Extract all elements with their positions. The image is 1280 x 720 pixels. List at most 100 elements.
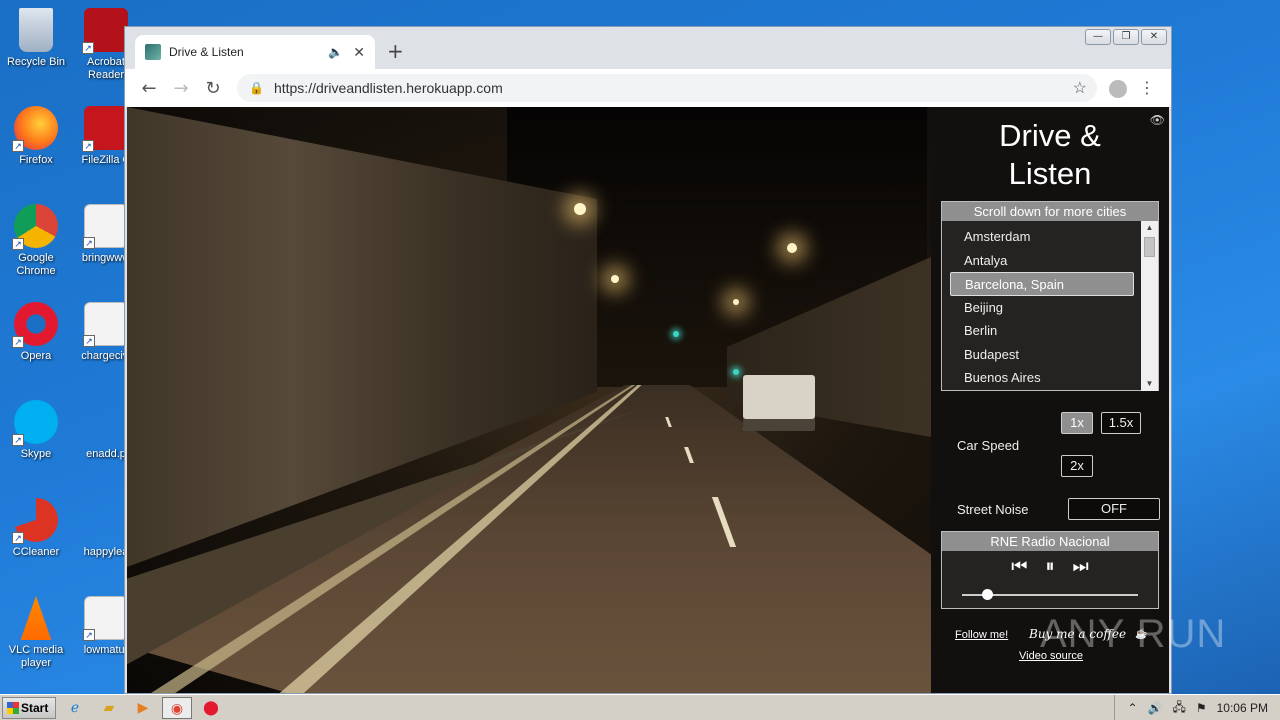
blank-document-icon — [84, 400, 128, 444]
address-bar[interactable]: 🔒 https://driveandlisten.herokuapp.com ☆ — [237, 74, 1097, 102]
clock[interactable]: 10:06 PM — [1217, 701, 1268, 715]
city-list[interactable]: Amsterdam Antalya Barcelona, Spain Beiji… — [942, 221, 1142, 391]
desktop-icon-label: CCleaner — [12, 546, 60, 558]
browser-window: Drive & Listen 🔈 ✕ + — ❐ ✕ ← → ↻ 🔒 https… — [124, 26, 1172, 694]
acrobat-reader-icon: ↗ — [82, 8, 128, 54]
desktop-icon-label: Firefox — [19, 154, 53, 166]
close-tab-icon[interactable]: ✕ — [353, 44, 365, 61]
back-arrow-icon[interactable]: ← — [133, 78, 165, 99]
firefox-icon: ↗ — [12, 106, 58, 152]
desktop-icon-google-chrome[interactable]: ↗ Google Chrome — [0, 204, 72, 278]
desktop-icon-vlc[interactable]: VLC media player — [0, 596, 72, 670]
lock-icon: 🔒 — [249, 81, 264, 95]
delivery-truck — [743, 375, 815, 431]
city-item[interactable]: Buenos Aires — [942, 366, 1142, 390]
control-panel: 👁 Drive & Listen Scroll down for more ci… — [931, 107, 1169, 693]
desktop-icon-recycle-bin[interactable]: Recycle Bin — [0, 8, 72, 69]
desktop-icon-skype[interactable]: ↗ Skype — [0, 400, 72, 461]
previous-track-icon[interactable]: ⏮ — [1011, 556, 1027, 577]
city-item-selected[interactable]: Barcelona, Spain — [950, 272, 1134, 296]
windows-logo-icon — [7, 701, 19, 714]
city-item[interactable]: Berlin — [942, 319, 1142, 343]
pause-icon[interactable]: ⏸ — [1046, 556, 1055, 577]
tab-title: Drive & Listen — [169, 45, 244, 59]
show-hidden-icons-icon[interactable]: ⌃ — [1127, 701, 1137, 715]
site-title: Drive & Listen — [931, 117, 1169, 193]
internet-explorer-icon[interactable]: ℯ — [60, 697, 90, 719]
city-item[interactable]: Beijing — [942, 296, 1142, 320]
chrome-taskbar-icon[interactable]: ◉ — [162, 696, 192, 719]
street-noise-toggle[interactable]: OFF — [1068, 498, 1160, 520]
scrollbar-thumb[interactable] — [1144, 237, 1155, 257]
ccleaner-icon: ↗ — [12, 498, 58, 544]
recycle-bin-icon — [19, 8, 53, 52]
word-document-icon: ↗ — [83, 302, 128, 347]
desktop-icon-label: Recycle Bin — [6, 56, 66, 68]
desktop-icon-label: Skype — [20, 448, 52, 460]
vlc-cone-icon — [20, 596, 52, 640]
city-selector: Scroll down for more cities Amsterdam An… — [941, 201, 1159, 391]
reload-icon[interactable]: ↻ — [197, 78, 229, 99]
anyrun-watermark: ANY RUN — [1040, 612, 1227, 656]
start-label: Start — [21, 700, 49, 715]
desktop-icon-firefox[interactable]: ↗ Firefox — [0, 106, 72, 167]
scroll-down-icon[interactable]: ▼ — [1141, 377, 1158, 391]
desktop-icon-label: Opera — [20, 350, 52, 362]
volume-slider-knob[interactable] — [981, 589, 993, 600]
filezilla-icon: ↗ — [82, 106, 128, 152]
system-tray: ⌃ 🔊 🖧 ⚑ 10:06 PM — [1114, 695, 1280, 720]
opera-taskbar-icon[interactable]: ⬤ — [196, 697, 226, 719]
street-video[interactable] — [127, 107, 931, 693]
site-title-line: Drive & — [999, 118, 1101, 153]
street-lamp-light — [733, 299, 739, 305]
new-tab-button[interactable]: + — [387, 39, 404, 63]
speed-1-5x-button[interactable]: 1.5x — [1101, 412, 1141, 434]
close-window-button[interactable]: ✕ — [1141, 29, 1167, 45]
file-explorer-icon[interactable]: ▰ — [94, 697, 124, 719]
page-viewport: 👁 Drive & Listen Scroll down for more ci… — [127, 107, 1169, 693]
speed-2x-button[interactable]: 2x — [1061, 455, 1093, 477]
url-text: https://driveandlisten.herokuapp.com — [273, 80, 503, 96]
network-icon[interactable]: 🖧 — [1172, 698, 1185, 719]
chrome-icon: ↗ — [12, 204, 58, 250]
media-player-icon[interactable]: ▶ — [128, 697, 158, 719]
speed-1x-button[interactable]: 1x — [1061, 412, 1093, 434]
radio-station-name: RNE Radio Nacional — [942, 532, 1158, 551]
player-controls: ⏮ ⏸ ⏭ — [942, 556, 1158, 577]
start-button[interactable]: Start — [2, 696, 56, 719]
car-speed-label: Car Speed — [957, 438, 1020, 453]
traffic-light — [673, 331, 679, 337]
tab-strip: Drive & Listen 🔈 ✕ + — ❐ ✕ — [125, 27, 1171, 69]
browser-menu-icon[interactable]: ⋮ — [1139, 78, 1155, 97]
site-title-line: Listen — [1008, 156, 1092, 191]
tab-drive-and-listen[interactable]: Drive & Listen 🔈 ✕ — [135, 35, 375, 69]
city-list-scrollbar[interactable]: ▲ ▼ — [1141, 221, 1158, 391]
street-lamp-light — [574, 203, 586, 215]
radio-player: RNE Radio Nacional ⏮ ⏸ ⏭ — [941, 531, 1159, 609]
minimize-button[interactable]: — — [1085, 29, 1111, 45]
volume-icon[interactable]: 🔊 — [1148, 701, 1163, 715]
restore-button[interactable]: ❐ — [1113, 29, 1139, 45]
desktop-icon-ccleaner[interactable]: ↗ CCleaner — [0, 498, 72, 559]
city-item[interactable]: Budapest — [942, 343, 1142, 367]
blank-document-icon — [84, 498, 128, 542]
site-favicon-icon — [145, 44, 161, 60]
street-lamp-light — [611, 275, 619, 283]
desktop-icon-opera[interactable]: ↗ Opera — [0, 302, 72, 363]
profile-avatar-icon[interactable] — [1109, 80, 1127, 98]
skype-icon: ↗ — [12, 400, 58, 446]
speaker-icon[interactable]: 🔈 — [328, 45, 343, 59]
city-item[interactable]: Antalya — [942, 249, 1142, 273]
scroll-up-icon[interactable]: ▲ — [1141, 221, 1158, 235]
traffic-light — [733, 369, 739, 375]
forward-arrow-icon[interactable]: → — [165, 78, 197, 99]
next-track-icon[interactable]: ⏭ — [1073, 556, 1089, 577]
taskbar: Start ℯ ▰ ▶ ◉ ⬤ ⌃ 🔊 🖧 ⚑ 10:06 PM — [0, 694, 1280, 720]
word-document-icon: ↗ — [83, 204, 128, 249]
city-item[interactable]: Amsterdam — [942, 225, 1142, 249]
window-controls: — ❐ ✕ — [1085, 29, 1167, 45]
follow-me-link[interactable]: Follow me! — [955, 629, 1008, 641]
bookmark-star-icon[interactable]: ☆ — [1073, 78, 1087, 98]
opera-icon: ↗ — [12, 302, 58, 348]
action-center-flag-icon[interactable]: ⚑ — [1196, 701, 1207, 715]
